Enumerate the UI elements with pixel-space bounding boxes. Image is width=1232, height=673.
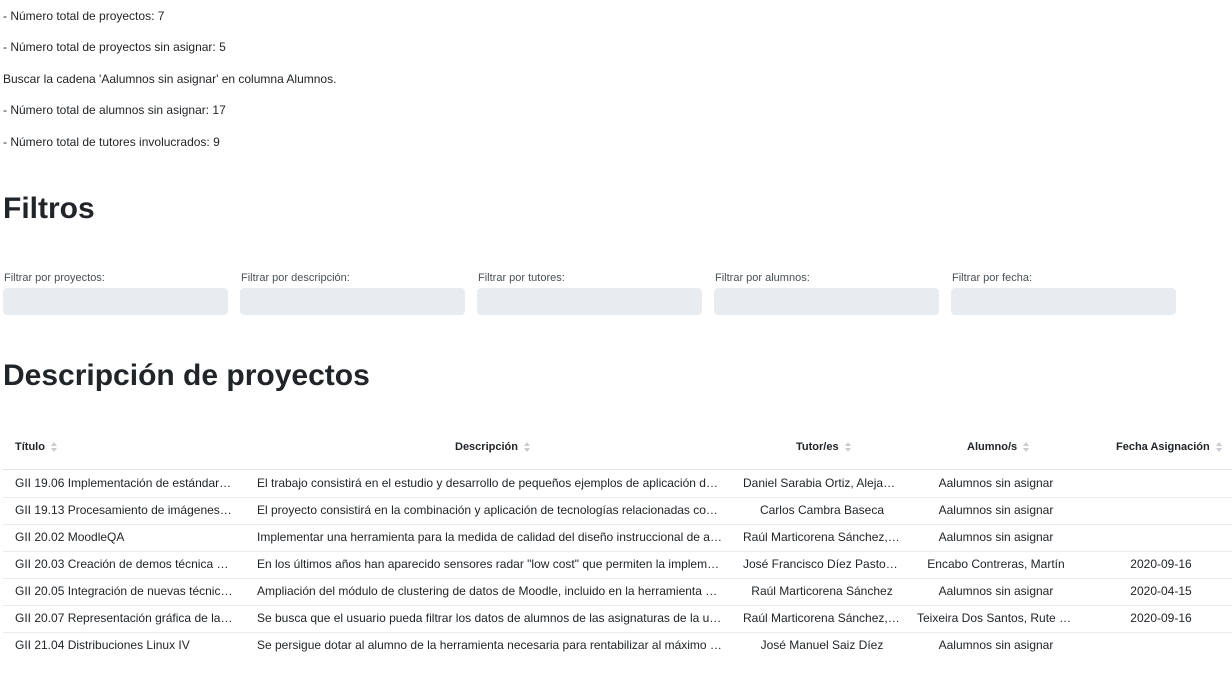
filter-date-label: Filtrar por fecha: (952, 272, 1033, 284)
column-header-tutors-label: Tutor/es (796, 441, 839, 453)
cell-title: GII 20.03 Creación de demos técnica y di… (15, 557, 233, 571)
cell-description: Se busca que el usuario pueda filtrar lo… (257, 611, 723, 625)
cell-date (1101, 632, 1221, 659)
cell-tutors: Carlos Cambra Baseca (759, 503, 885, 517)
cell-students: Aalumnos sin asignar (938, 476, 1054, 490)
filter-date-input[interactable] (951, 288, 1176, 315)
cell-students: Aalumnos sin asignar (938, 638, 1054, 652)
filter-description-input[interactable] (240, 288, 465, 315)
table-row[interactable]: GII 19.06 Implementación de estándares y… (3, 470, 1232, 498)
sort-icon[interactable] (523, 442, 531, 452)
column-header-date[interactable]: Fecha Asignación (1116, 441, 1223, 453)
cell-students: Teixeira Dos Santos, Rute Maria (917, 611, 1075, 625)
cell-date (1101, 470, 1221, 497)
cell-description: Ampliación del módulo de clustering de d… (257, 584, 723, 598)
table-row[interactable]: GII 20.03 Creación de demos técnica y di… (3, 551, 1232, 579)
filter-projects-label: Filtrar por proyectos: (4, 272, 105, 284)
sort-icon[interactable] (844, 442, 852, 452)
stat-total-projects: - Número total de proyectos: 7 (3, 9, 165, 23)
column-header-title[interactable]: Título (15, 441, 58, 453)
cell-students: Encabo Contreras, Martín (927, 557, 1065, 571)
table-row[interactable]: GII 19.13 Procesamiento de imágenes médi… (3, 497, 1232, 525)
cell-tutors: Raúl Marticorena Sánchez, Carlos López (743, 530, 901, 544)
cell-description: Se persigue dotar al alumno de la herram… (257, 638, 723, 652)
cell-description: Implementar una herramienta para la medi… (257, 530, 723, 544)
cell-students: Aalumnos sin asignar (938, 530, 1054, 544)
cell-title: GII 19.13 Procesamiento de imágenes médi… (15, 503, 233, 517)
cell-title: GII 21.04 Distribuciones Linux IV (15, 638, 190, 652)
sort-icon[interactable] (1215, 442, 1223, 452)
cell-students: Aalumnos sin asignar (938, 584, 1054, 598)
sort-icon[interactable] (50, 442, 58, 452)
column-header-description[interactable]: Descripción (455, 441, 531, 453)
search-hint: Buscar la cadena 'Aalumnos sin asignar' … (3, 72, 337, 86)
column-header-title-label: Título (15, 441, 45, 453)
cell-tutors: Daniel Sarabia Ortiz, Alejandro Merino (743, 476, 901, 490)
filter-tutors-input[interactable] (477, 288, 702, 315)
table-row[interactable]: GII 21.04 Distribuciones Linux IV Se per… (3, 632, 1232, 659)
stat-unassigned-projects: - Número total de proyectos sin asignar:… (3, 40, 226, 54)
projects-heading: Descripción de proyectos (3, 359, 370, 392)
cell-tutors: Raúl Marticorena Sánchez, Yi Peng Ji (743, 611, 901, 625)
cell-description: El trabajo consistirá en el estudio y de… (257, 476, 723, 490)
cell-title: GII 20.05 Integración de nuevas técnicas… (15, 584, 233, 598)
cell-date: 2020-09-16 (1130, 557, 1192, 571)
cell-description: El proyecto consistirá en la combinación… (257, 503, 723, 517)
column-header-students-label: Alumno/s (967, 441, 1018, 453)
table-row[interactable]: GII 20.02 MoodleQA Implementar una herra… (3, 524, 1232, 552)
column-header-students[interactable]: Alumno/s (967, 441, 1030, 453)
cell-date (1101, 497, 1221, 524)
cell-description: En los últimos años han aparecido sensor… (257, 557, 723, 571)
cell-tutors: Raúl Marticorena Sánchez (751, 584, 893, 598)
column-header-description-label: Descripción (455, 441, 518, 453)
filter-students-input[interactable] (714, 288, 939, 315)
stat-unassigned-students: - Número total de alumnos sin asignar: 1… (3, 103, 226, 117)
filters-heading: Filtros (3, 192, 95, 225)
stat-total-tutors: - Número total de tutores involucrados: … (3, 135, 220, 149)
cell-title: GII 20.02 MoodleQA (15, 530, 125, 544)
cell-date (1101, 524, 1221, 551)
filter-tutors-label: Filtrar por tutores: (478, 272, 565, 284)
cell-date: 2020-04-15 (1130, 584, 1192, 598)
cell-tutors: José Francisco Díez Pastor, Pedro Latorr… (743, 557, 901, 571)
cell-title: GII 20.07 Representación gráfica de la e… (15, 611, 233, 625)
sort-icon[interactable] (1023, 442, 1030, 452)
filter-description-label: Filtrar por descripción: (241, 272, 350, 284)
filter-projects-input[interactable] (3, 288, 228, 315)
filter-students-label: Filtrar por alumnos: (715, 272, 810, 284)
cell-title: GII 19.06 Implementación de estándares y… (15, 476, 233, 490)
column-header-date-label: Fecha Asignación (1116, 441, 1210, 453)
table-row[interactable]: GII 20.07 Representación gráfica de la e… (3, 605, 1232, 633)
cell-date: 2020-09-16 (1130, 611, 1192, 625)
cell-tutors: José Manuel Saiz Díez (760, 638, 884, 652)
column-header-tutors[interactable]: Tutor/es (796, 441, 852, 453)
cell-students: Aalumnos sin asignar (938, 503, 1054, 517)
table-row[interactable]: GII 20.05 Integración de nuevas técnicas… (3, 578, 1232, 606)
